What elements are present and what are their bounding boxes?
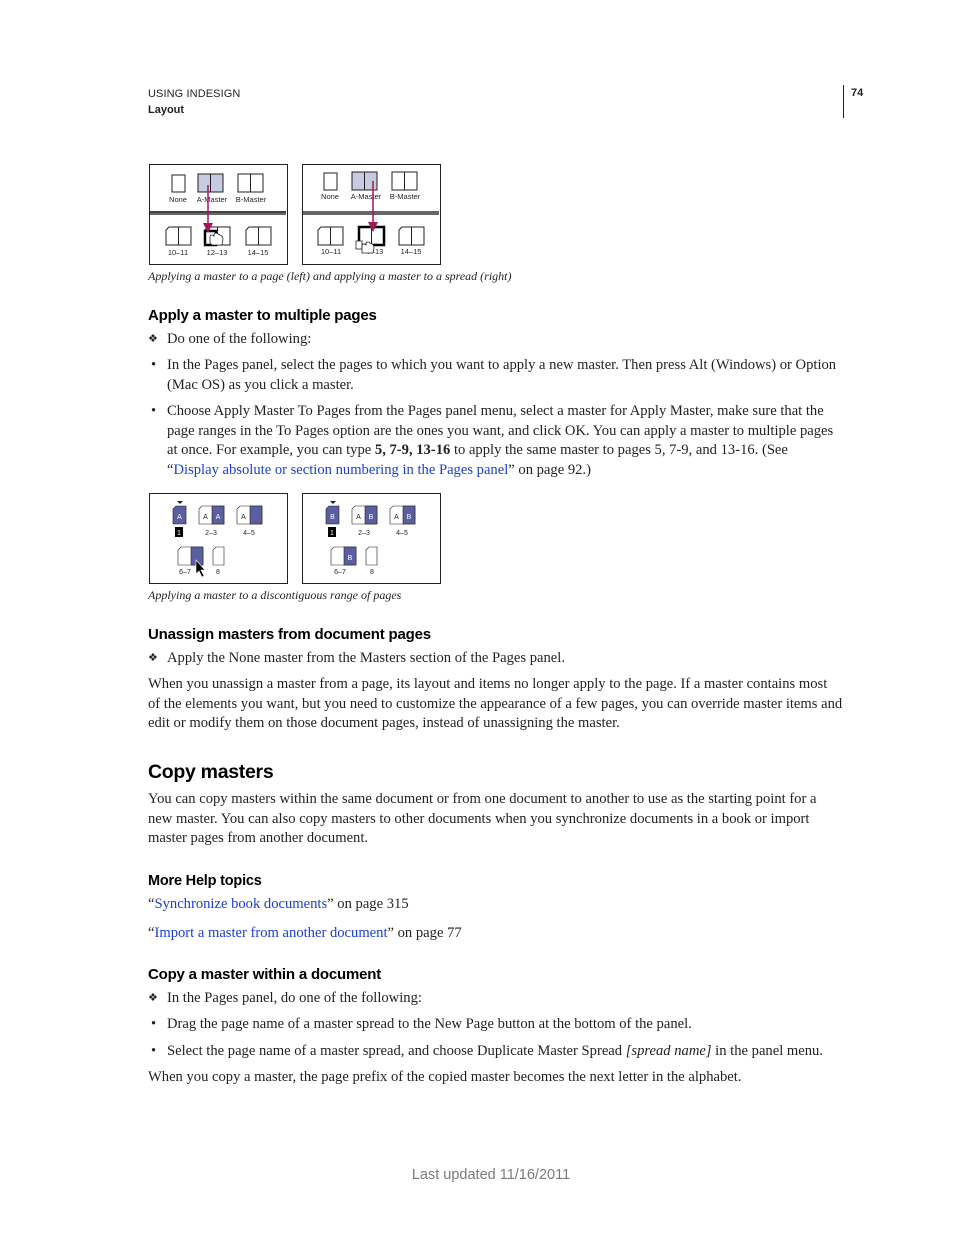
spread-icon-6-7 (177, 546, 204, 566)
none-master-icon (171, 174, 186, 193)
master-label-a: A-Master (351, 192, 382, 201)
step-marker-icon: ❖ (148, 992, 158, 1004)
current-page-indicator-icon (177, 501, 183, 504)
svg-text:A: A (356, 514, 361, 521)
page-label: 8 (216, 569, 220, 576)
bullet-icon: • (151, 1016, 157, 1032)
bullet-icon: • (151, 1043, 157, 1059)
link-import-master[interactable]: Import a master from another document (154, 925, 387, 941)
spread-icon-4-5: AB (389, 505, 416, 525)
spread-icon (165, 226, 192, 246)
figure-apply-master-spread: None A-Master B-Master 10–11 7–13 14–15 (302, 164, 441, 265)
more-help-heading: More Help topics (148, 873, 262, 889)
page-icon-8 (212, 546, 225, 566)
spread-icon-6-7: B (330, 546, 357, 566)
bullet-item: • In the Pages panel, select the pages t… (151, 357, 837, 393)
last-updated-footer: Last updated 11/16/2011 (411, 1167, 571, 1183)
page-label: 2–3 (205, 530, 217, 537)
spread-icon-2-3: AA (198, 505, 225, 525)
page-label: 4–5 (396, 530, 408, 537)
svg-text:A: A (241, 514, 246, 521)
body-paragraph: When you unassign a master from a page, … (148, 676, 843, 732)
bullet-item: • Choose Apply Master To Pages from the … (151, 403, 834, 478)
topic-heading: Copy masters (148, 761, 274, 783)
master-label-none: None (169, 195, 187, 204)
spread-icon (317, 226, 344, 246)
link-display-numbering[interactable]: Display absolute or section numbering in… (173, 462, 508, 478)
master-label-a: A-Master (197, 195, 228, 204)
a-master-icon (197, 173, 224, 193)
body-paragraph: When you copy a master, the page prefix … (148, 1069, 742, 1085)
section-heading: Copy a master within a document (148, 966, 382, 983)
page-label: 6–7 (334, 569, 346, 576)
page-number: 74 (851, 87, 864, 99)
b-master-icon (237, 173, 264, 193)
svg-text:A: A (177, 514, 182, 521)
bullet-icon: • (151, 403, 157, 419)
svg-text:A: A (394, 514, 399, 521)
bullet-item: • Drag the page name of a master spread … (148, 1015, 843, 1035)
master-label-b: B-Master (390, 192, 421, 201)
step-marker-icon: ❖ (148, 652, 158, 664)
header-section: Layout (148, 104, 185, 116)
help-link-row: “Synchronize book documents” on page 315 (148, 896, 409, 912)
master-label-none: None (321, 192, 339, 201)
svg-text:1: 1 (177, 530, 181, 537)
spread-label: 14–15 (248, 248, 269, 257)
bullet-item: • Select the page name of a master sprea… (148, 1042, 843, 1062)
svg-text:B: B (407, 514, 412, 521)
body-paragraph: You can copy masters within the same doc… (148, 791, 817, 847)
figure-caption: Applying a master to a page (left) and a… (148, 269, 512, 283)
spread-icon-2-3: AB (351, 505, 378, 525)
figure-discontiguous-left: A 1 AA 2–3 A 4–5 6–7 8 (149, 493, 288, 584)
bullet-icon: • (151, 357, 157, 373)
figure-caption: Applying a master to a discontiguous ran… (148, 588, 402, 602)
svg-text:B: B (348, 555, 353, 562)
page-icon-1: A (172, 505, 187, 525)
svg-text:B: B (330, 514, 335, 521)
spread-icon (245, 226, 272, 246)
header-divider (843, 85, 844, 118)
page-label: 8 (370, 569, 374, 576)
svg-text:A: A (216, 514, 221, 521)
svg-text:A: A (203, 514, 208, 521)
header-title: USING INDESIGN (148, 88, 241, 100)
spread-icon-selected (357, 225, 386, 247)
master-label-b: B-Master (236, 195, 267, 204)
page-label: 6–7 (179, 569, 191, 576)
figure-discontiguous-right: B 1 AB 2–3 AB 4–5 B 6–7 8 (302, 493, 441, 584)
step-marker-icon: ❖ (148, 333, 158, 345)
b-master-icon (391, 171, 418, 191)
link-synchronize-book[interactable]: Synchronize book documents (154, 896, 327, 912)
spread-icon (398, 226, 425, 246)
page-icon-1: B (325, 505, 340, 525)
none-master-icon (323, 172, 338, 191)
svg-text:1: 1 (330, 530, 334, 537)
section-heading: Apply a master to multiple pages (148, 307, 377, 324)
spread-icon-4-5: A (236, 505, 263, 525)
spread-label: 14–15 (401, 247, 422, 256)
spread-label: 10–11 (168, 248, 188, 257)
svg-text:B: B (369, 514, 374, 521)
figure-apply-master-page: None A-Master B-Master 10–11 12–13 14–15 (149, 164, 288, 265)
panel-divider (303, 211, 439, 215)
page-label: 4–5 (243, 530, 255, 537)
page-label: 2–3 (358, 530, 370, 537)
spread-label: 12–13 (207, 248, 228, 257)
spread-label: 10–11 (321, 247, 341, 256)
masters-row: None A-Master B-Master (169, 173, 267, 204)
current-page-indicator-icon (330, 501, 336, 504)
help-link-row: “Import a master from another document” … (148, 925, 462, 941)
drag-page-icon (355, 240, 363, 250)
section-heading: Unassign masters from document pages (148, 626, 431, 643)
page-icon-8 (365, 546, 378, 566)
